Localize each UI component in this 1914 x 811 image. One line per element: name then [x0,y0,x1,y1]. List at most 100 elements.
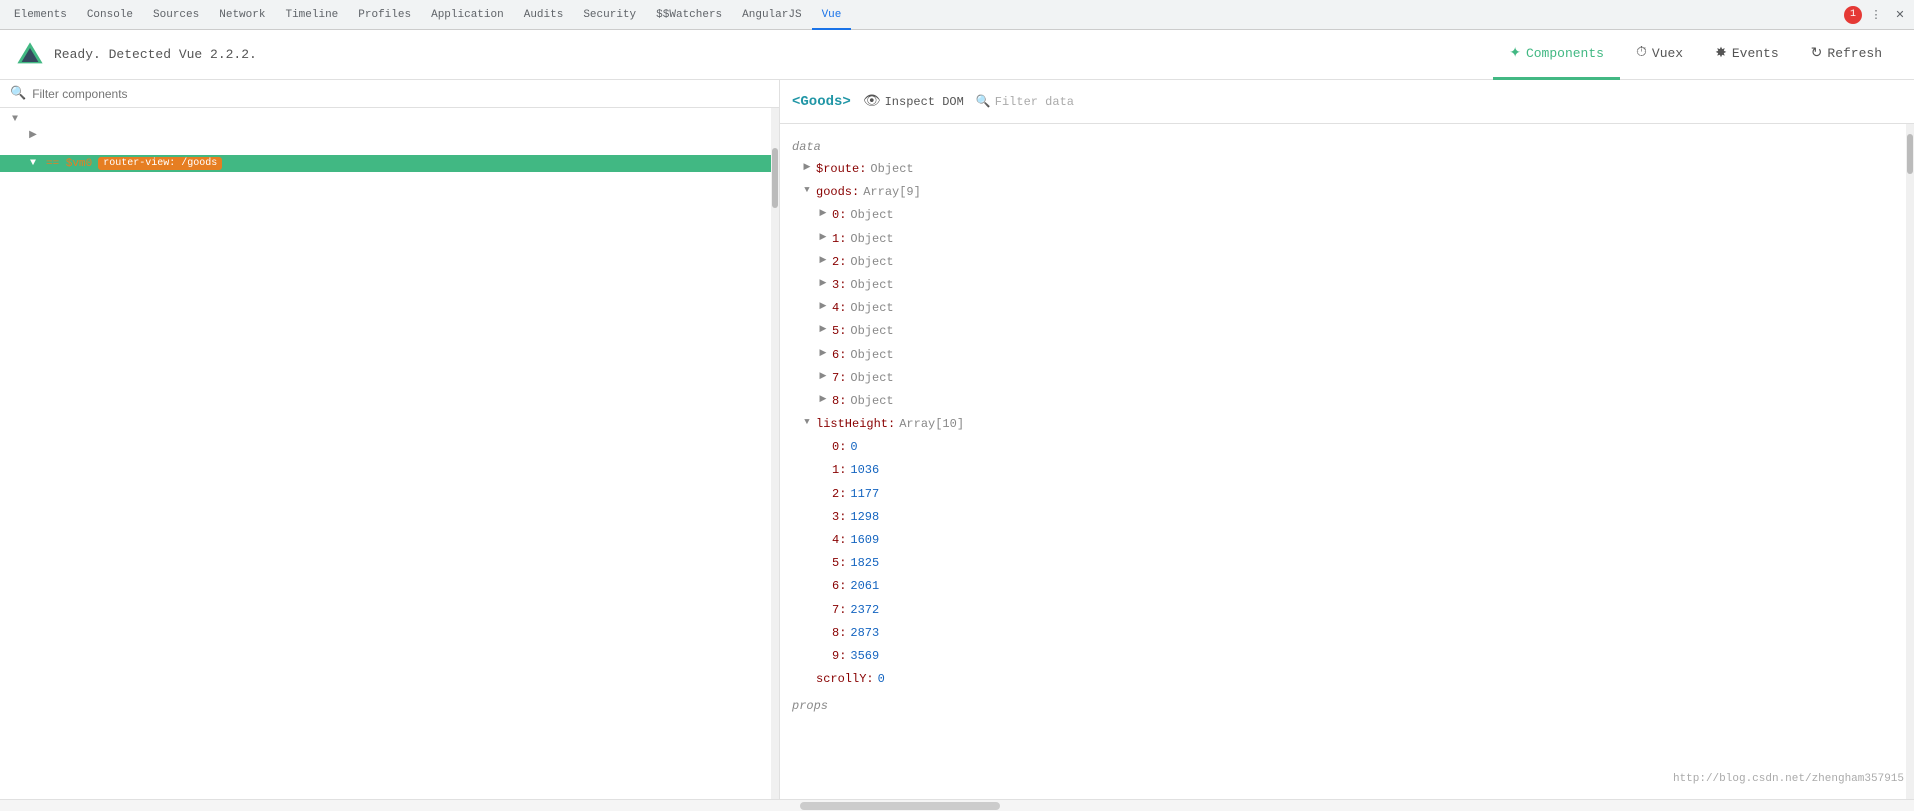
tab-watchers[interactable]: $$Watchers [646,0,732,30]
refresh-label: Refresh [1827,46,1882,61]
content-area: 🔍 ▼▶▼== $vm0router-view: /goods <Goods> … [0,80,1914,799]
tree-expand-arrow[interactable]: ▼ [8,114,22,125]
prop-key: goods: [816,183,859,202]
expand-arrow [816,461,830,475]
left-scroll-thumb[interactable] [772,148,778,208]
expand-arrow [816,508,830,522]
components-tab-btn[interactable]: ✦ Components [1493,30,1620,80]
filter-components-input[interactable] [32,87,769,101]
components-icon: ✦ [1509,45,1521,62]
expand-arrow[interactable]: ▼ [800,415,814,429]
tab-profiles[interactable]: Profiles [348,0,421,30]
right-scrollbar[interactable] [1906,124,1914,799]
events-tab-btn[interactable]: ✸ Events [1699,30,1795,80]
prop-key: 2: [832,253,846,272]
tab-sources[interactable]: Sources [143,0,209,30]
tab-network[interactable]: Network [209,0,275,30]
data-row: ▶2:Object [792,251,1894,274]
expand-arrow [816,554,830,568]
tab-audits[interactable]: Audits [514,0,574,30]
search-icon: 🔍 [10,86,26,101]
expand-arrow [816,438,830,452]
close-icon[interactable]: ✕ [1890,5,1910,25]
tree-item[interactable]: ▶ [0,127,779,143]
bottom-scrollbar[interactable] [800,802,1000,810]
prop-key: 6: [832,577,846,596]
prop-value: Array[10] [899,415,964,434]
data-row: ▶3:Object [792,274,1894,297]
filter-data-placeholder: Filter data [995,95,1074,109]
data-row: 8:2873 [792,622,1894,645]
tree-item[interactable]: ▼ == $vm0 router-view: /goods [0,155,779,172]
prop-key: 3: [832,508,846,527]
tree-item[interactable]: ▼ [0,112,779,127]
prop-key: 5: [832,554,846,573]
expand-arrow[interactable]: ▶ [816,230,830,244]
refresh-btn[interactable]: ↻ Refresh [1795,30,1898,80]
tab-security[interactable]: Security [573,0,646,30]
expand-arrow[interactable]: ▶ [816,392,830,406]
prop-value: Object [870,160,913,179]
devtools-icon-group: 1 ⋮ ✕ [1844,5,1910,25]
data-row: 5:1825 [792,552,1894,575]
expand-arrow[interactable]: ▼ [800,183,814,197]
right-scroll-thumb[interactable] [1907,134,1913,174]
selected-component-tag: <Goods> [792,94,851,110]
expand-arrow [816,647,830,661]
prop-key: $route: [816,160,866,179]
vuex-icon: ⏱ [1636,45,1647,61]
inspect-dom-btn[interactable]: 👁 Inspect DOM [863,93,964,110]
tab-console[interactable]: Console [77,0,143,30]
prop-value: 2372 [850,601,879,620]
inspect-dom-label: Inspect DOM [885,95,964,109]
tab-angularjs[interactable]: AngularJS [732,0,811,30]
prop-value: 3569 [850,647,879,666]
prop-value: 1609 [850,531,879,550]
prop-value: Object [850,206,893,225]
tree-expand-arrow[interactable]: ▼ [26,158,40,169]
tab-elements[interactable]: Elements [4,0,77,30]
prop-value: 1036 [850,461,879,480]
expand-arrow[interactable]: ▶ [816,322,830,336]
expand-arrow[interactable]: ▶ [816,253,830,267]
expand-arrow[interactable]: ▶ [816,346,830,360]
prop-key: 7: [832,369,846,388]
expand-arrow [816,601,830,615]
expand-arrow[interactable]: ▶ [816,206,830,220]
prop-value: 0 [878,670,885,689]
expand-arrow[interactable]: ▶ [816,299,830,313]
prop-value: Object [850,276,893,295]
filter-data-bar[interactable]: 🔍 Filter data [976,94,1902,109]
left-panel-inner: ▼ ▶ ▼ == $vm0 router-view: /goods [0,108,779,799]
prop-value: Object [850,392,893,411]
prop-key: 3: [832,276,846,295]
filter-data-search-icon: 🔍 [976,94,991,109]
expand-arrow[interactable]: ▶ [800,160,814,174]
route-badge: router-view: /goods [98,157,222,170]
right-panel: <Goods> 👁 Inspect DOM 🔍 Filter data data… [780,80,1914,799]
eye-icon: 👁 [863,93,881,110]
prop-value: Object [850,369,893,388]
expand-arrow[interactable]: ▶ [816,369,830,383]
prop-value: Object [850,346,893,365]
vm-badge: == $vm0 [46,158,92,170]
expand-arrow [800,670,814,684]
devtools-tab-bar: Elements Console Sources Network Timelin… [0,0,1914,30]
expand-arrow [816,531,830,545]
prop-key: 8: [832,624,846,643]
tab-timeline[interactable]: Timeline [275,0,348,30]
data-section-label: data [792,140,1894,154]
left-panel: 🔍 ▼ ▶ ▼ == $vm0 router-view: /goods [0,80,780,799]
tree-expand-arrow[interactable]: ▶ [26,129,40,141]
tree-item[interactable] [0,244,779,248]
prop-key: listHeight: [816,415,895,434]
data-row: ▶7:Object [792,367,1894,390]
more-options-icon[interactable]: ⋮ [1866,5,1886,25]
tab-vue[interactable]: Vue [812,0,852,30]
right-panel-inner: data▶$route:Object▼goods:Array[9]▶0:Obje… [780,124,1914,799]
expand-arrow[interactable]: ▶ [816,276,830,290]
tab-application[interactable]: Application [421,0,514,30]
left-scrollbar[interactable] [771,108,779,799]
data-row: ▶$route:Object [792,158,1894,181]
vuex-tab-btn[interactable]: ⏱ Vuex [1620,30,1699,80]
